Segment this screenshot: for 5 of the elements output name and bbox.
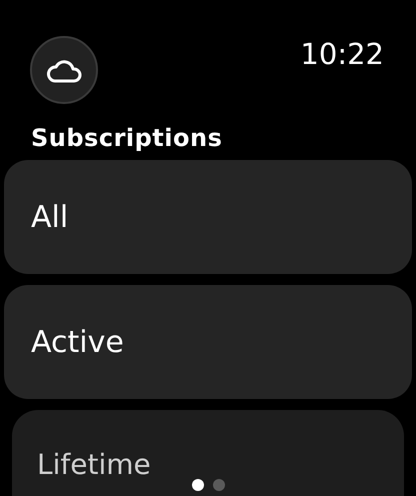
list-item[interactable]: Lifetime: [12, 410, 404, 496]
list-item[interactable]: Active: [4, 285, 412, 399]
list-item[interactable]: All: [4, 160, 412, 274]
section-title: Subscriptions: [30, 123, 224, 154]
clock-time: 10:22: [300, 37, 384, 71]
